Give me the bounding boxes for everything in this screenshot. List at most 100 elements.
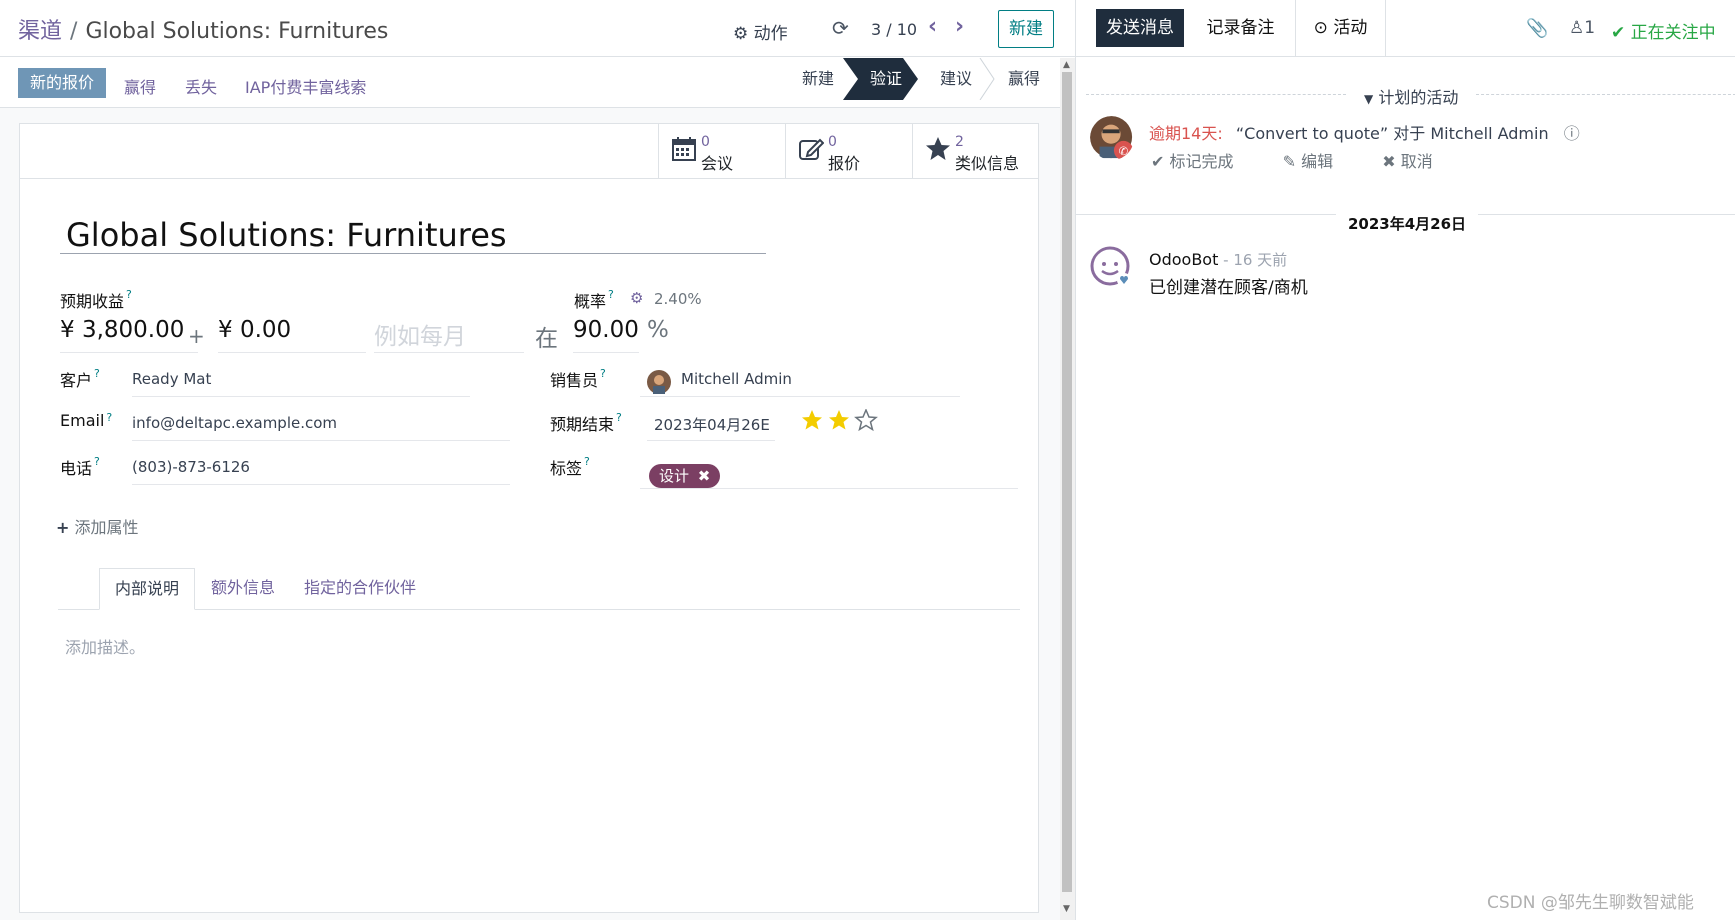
expected-revenue-label: 预期收益? <box>60 288 132 311</box>
priority-star-3[interactable] <box>854 408 878 432</box>
email-label: Email? <box>60 411 113 430</box>
pager-next-icon[interactable]: › <box>955 14 964 39</box>
phone-underline <box>132 484 510 485</box>
plus-sign: + <box>188 324 205 348</box>
tab-extra-info[interactable]: 额外信息 <box>211 568 275 610</box>
notebook-tabs: 内部说明 额外信息 指定的合作伙伴 <box>58 568 1020 610</box>
schedule-activity-button[interactable]: ⊙ 活动 <box>1296 0 1386 57</box>
log-note-button[interactable]: 记录备注 <box>1186 0 1296 57</box>
followers-count: 1 <box>1584 18 1596 38</box>
send-message-button[interactable]: 发送消息 <box>1096 9 1184 47</box>
pager-previous-icon[interactable]: ‹ <box>928 14 937 39</box>
action-menu-button[interactable]: ⚙ 动作 <box>733 19 788 44</box>
help-tooltip-icon[interactable]: ? <box>126 288 132 301</box>
tab-assigned-partner[interactable]: 指定的合作伙伴 <box>304 568 416 610</box>
date-separator: 2023年4月26日 <box>1336 213 1479 234</box>
user-icon: ♙ <box>1569 18 1585 38</box>
planned-divider-right <box>1476 94 1735 95</box>
stage-proposition[interactable]: 建议 <box>940 58 972 100</box>
activity-title: “Convert to quote” <box>1235 124 1389 143</box>
activity-summary: 逾期14天: “Convert to quote” 对于 Mitchell Ad… <box>1149 120 1580 144</box>
activity-user-avatar: ✆ <box>1090 116 1134 160</box>
recurring-plan-underline <box>374 352 524 353</box>
stage-won[interactable]: 赢得 <box>1008 58 1040 100</box>
customer-field[interactable]: Ready Mat <box>132 370 211 388</box>
cancel-activity-button[interactable]: ✖ 取消 <box>1382 152 1455 171</box>
at-label: 在 <box>535 326 558 352</box>
customer-label: 客户? <box>60 367 100 390</box>
scroll-down-icon[interactable]: ▼ <box>1063 904 1070 914</box>
following-button[interactable]: ✔ 正在关注中 <box>1611 18 1716 43</box>
breadcrumb: 渠道 / Global Solutions: Furnitures <box>18 13 388 45</box>
stage-new[interactable]: 新建 <box>802 58 834 100</box>
scrollbar[interactable]: ▲ ▼ <box>1060 58 1075 920</box>
mark-done-button[interactable]: ✔ 标记完成 <box>1151 152 1256 171</box>
email-underline <box>132 440 510 441</box>
recurring-revenue-input[interactable]: ¥ 0.00 <box>218 317 291 343</box>
pager-value[interactable]: 3 / 10 <box>871 20 917 39</box>
message-author[interactable]: OdooBot <box>1149 250 1218 269</box>
description-editor[interactable]: 添加描述。 <box>65 634 145 658</box>
followers-button[interactable]: ♙1 <box>1569 18 1595 38</box>
gear-icon[interactable]: ⚙ <box>630 289 643 307</box>
breadcrumb-pipeline-link[interactable]: 渠道 <box>18 19 62 44</box>
control-panel: 渠道 / Global Solutions: Furnitures ⚙ 动作 ⟳ 3… <box>0 0 1075 57</box>
form-sheet: 0 会议 0 报价 2 类似信息 Global Solutions: Furni… <box>19 123 1039 913</box>
planned-divider-left <box>1086 94 1346 95</box>
quotations-label: 报价 <box>828 154 861 173</box>
similar-leads-label: 类似信息 <box>955 154 1020 173</box>
probability-underline <box>573 352 639 353</box>
mark-won-button[interactable]: 赢得 <box>124 74 156 98</box>
phone-field[interactable]: (803)-873-6126 <box>132 458 250 476</box>
expected-closing-field[interactable]: 2023年04月26E <box>654 414 770 435</box>
calendar-icon <box>672 137 696 161</box>
priority-star-1[interactable] <box>802 410 822 430</box>
activity-assignee: 对于 Mitchell Admin <box>1393 124 1549 143</box>
email-field[interactable]: info@deltapc.example.com <box>132 414 337 432</box>
salesperson-underline <box>640 396 960 397</box>
lead-title-input[interactable]: Global Solutions: Furnitures <box>60 216 766 254</box>
iap-enrich-button[interactable]: IAP付费丰富线索 <box>245 74 366 98</box>
meetings-count: 0 <box>701 134 710 150</box>
star-icon <box>926 137 950 160</box>
watermark: CSDN @邹先生聊数智斌能 <box>1487 893 1694 913</box>
expected-revenue-input[interactable]: ¥ 3,800.00 <box>60 317 184 343</box>
mark-lost-button[interactable]: 丢失 <box>185 74 217 98</box>
smart-button-meetings[interactable]: 0 会议 <box>658 124 785 178</box>
tag-badge[interactable]: 设计 ✖ <box>649 464 721 488</box>
smart-button-quotations[interactable]: 0 报价 <box>785 124 912 178</box>
planned-activities-toggle[interactable]: ▼ 计划的活动 <box>1356 84 1467 108</box>
breadcrumb-current: Global Solutions: Furnitures <box>85 19 389 44</box>
remove-tag-icon[interactable]: ✖ <box>698 467 711 485</box>
scrollbar-thumb[interactable] <box>1062 72 1072 892</box>
odoobot-avatar <box>1090 246 1131 287</box>
tags-label: 标签? <box>550 455 590 478</box>
priority-star-2[interactable] <box>829 410 849 430</box>
scroll-up-icon[interactable]: ▲ <box>1063 60 1070 70</box>
probability-input[interactable]: 90.00 <box>573 317 639 343</box>
edit-activity-button[interactable]: ✎ 编辑 <box>1283 152 1356 171</box>
revenue-underline <box>60 352 198 353</box>
salesperson-field[interactable]: Mitchell Admin <box>681 370 792 388</box>
chatter-topbar: 发送消息 记录备注 ⊙ 活动 📎 ♙1 ✔ 正在关注中 <box>1076 0 1735 57</box>
activity-actions: ✔ 标记完成 ✎ 编辑 ✖ 取消 <box>1151 148 1477 172</box>
add-property-button[interactable]: + 添加属性 <box>56 514 139 538</box>
similar-leads-count: 2 <box>955 134 964 150</box>
status-bar: 新的报价 赢得 丢失 IAP付费丰富线索 新建 验证 建议 赢得 <box>0 57 1060 108</box>
new-record-button[interactable]: 新建 <box>998 10 1054 48</box>
info-icon[interactable]: ⓘ <box>1564 124 1580 143</box>
sheet-divider <box>20 178 1038 179</box>
edit-icon <box>799 138 824 160</box>
refresh-icon[interactable]: ⟳ <box>832 16 849 40</box>
chatter-panel: 发送消息 记录备注 ⊙ 活动 📎 ♙1 ✔ 正在关注中 ▼ 计划的活动 ✆ 逾期… <box>1075 0 1735 920</box>
stage-qualified[interactable]: 验证 <box>870 58 902 100</box>
activity-label: 活动 <box>1333 18 1368 38</box>
smart-button-similar-leads[interactable]: 2 类似信息 <box>912 124 1039 178</box>
quotations-count: 0 <box>828 134 837 150</box>
tab-internal-notes[interactable]: 内部说明 <box>99 568 196 610</box>
new-quotation-button[interactable]: 新的报价 <box>18 68 107 98</box>
message-time: - 16 天前 <box>1218 251 1288 269</box>
meetings-label: 会议 <box>701 154 734 173</box>
recurring-plan-input[interactable]: 例如每月 <box>374 317 466 351</box>
paperclip-icon[interactable]: 📎 <box>1526 18 1548 39</box>
